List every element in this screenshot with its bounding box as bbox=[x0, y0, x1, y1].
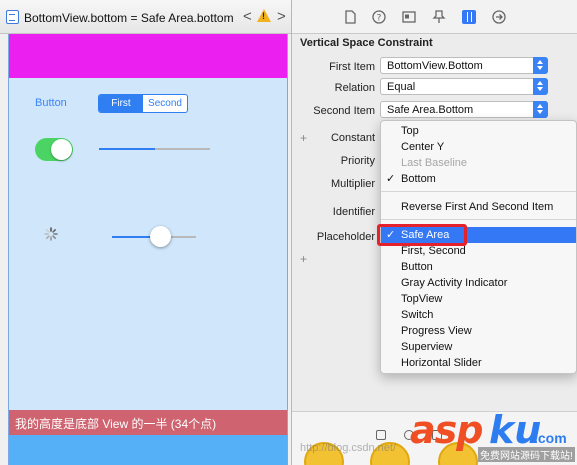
slider-thumb[interactable] bbox=[149, 226, 171, 247]
popup-arrows-icon bbox=[533, 57, 548, 74]
progress-fill bbox=[99, 148, 155, 150]
watermark-subtitle: 免费网站源码下载站! bbox=[478, 447, 575, 462]
menu-item-switch[interactable]: Switch bbox=[381, 307, 576, 323]
connections-inspector-icon[interactable] bbox=[492, 10, 506, 24]
menu-item-first-second[interactable]: First, Second bbox=[381, 243, 576, 259]
section-title: Vertical Space Constraint bbox=[300, 37, 433, 49]
activity-indicator-icon[interactable] bbox=[44, 227, 58, 241]
horizontal-slider[interactable] bbox=[112, 226, 196, 247]
menu-item-button[interactable]: Button bbox=[381, 259, 576, 275]
menu-item-center-y[interactable]: Center Y bbox=[381, 139, 576, 155]
relation-label: Relation bbox=[334, 82, 375, 94]
attributes-inspector-icon[interactable] bbox=[432, 10, 446, 24]
relation-value: Equal bbox=[387, 81, 416, 93]
popup-arrows-icon bbox=[533, 78, 548, 95]
second-item-label: Second Item bbox=[313, 105, 375, 117]
size-inspector: ? Vertical Space Constraint First Item B… bbox=[292, 0, 577, 465]
priority-label: Priority bbox=[340, 155, 375, 167]
constant-label: Constant bbox=[330, 132, 375, 144]
menu-item-bottom[interactable]: ✓ Bottom bbox=[381, 171, 576, 187]
watermark-logo-com: .com bbox=[534, 430, 567, 446]
bottom-view-label: 我的高度是底部 View 的一半 (34个点) bbox=[15, 417, 217, 431]
second-item-popup[interactable]: Safe Area.Bottom bbox=[380, 101, 548, 118]
switch-control[interactable] bbox=[35, 138, 73, 161]
menu-item-top[interactable]: Top bbox=[381, 123, 576, 139]
progress-view[interactable] bbox=[99, 148, 210, 150]
menu-item-gray-activity-indicator[interactable]: Gray Activity Indicator bbox=[381, 275, 576, 291]
menu-item-progress-view[interactable]: Progress View bbox=[381, 323, 576, 339]
file-template-library-icon[interactable] bbox=[376, 430, 386, 440]
menu-separator bbox=[381, 219, 576, 220]
canvas-pane: BottomView.bottom = Safe Area.bottom < !… bbox=[0, 0, 292, 465]
relation-popup[interactable]: Equal bbox=[380, 78, 548, 95]
safe-area-bottom-strip bbox=[9, 435, 287, 465]
menu-item-reverse[interactable]: Reverse First And Second Item bbox=[381, 199, 576, 215]
segmented-control[interactable]: First Second bbox=[98, 94, 188, 113]
svg-text:?: ? bbox=[377, 14, 382, 24]
first-item-label: First Item bbox=[329, 61, 375, 73]
bottom-view[interactable]: 我的高度是底部 View 的一半 (34个点) bbox=[9, 410, 287, 435]
menu-item-topview[interactable]: TopView bbox=[381, 291, 576, 307]
jump-bar: BottomView.bottom = Safe Area.bottom < !… bbox=[0, 0, 291, 34]
menu-item-safe-area[interactable]: ✓ Safe Area bbox=[377, 224, 576, 246]
size-inspector-icon[interactable] bbox=[462, 10, 476, 24]
watermark-url: http://blog.csdn.net/ bbox=[300, 442, 397, 454]
device-canvas[interactable]: Button First Second 我的高度是底部 View 的一半 (34… bbox=[8, 34, 288, 465]
jump-bar-title[interactable]: BottomView.bottom = Safe Area.bottom bbox=[24, 11, 234, 25]
menu-separator bbox=[381, 191, 576, 192]
menu-item-superview[interactable]: Superview bbox=[381, 339, 576, 355]
back-arrow-icon[interactable]: < bbox=[243, 8, 252, 25]
switch-knob bbox=[51, 139, 72, 160]
first-item-value: BottomView.Bottom bbox=[387, 60, 483, 72]
quick-help-icon[interactable]: ? bbox=[372, 10, 386, 24]
multiplier-label: Multiplier bbox=[330, 178, 375, 190]
button-control[interactable]: Button bbox=[35, 97, 67, 109]
inspector-toolbar: ? bbox=[292, 0, 577, 34]
identifier-label: Identifier bbox=[332, 206, 375, 218]
identity-inspector-icon[interactable] bbox=[402, 10, 416, 24]
segment-second[interactable]: Second bbox=[143, 95, 187, 112]
watermark-logo-asp: asp bbox=[410, 408, 483, 452]
segment-first[interactable]: First bbox=[99, 95, 143, 112]
checkmark-icon: ✓ bbox=[386, 173, 396, 185]
second-item-menu: Top Center Y Last Baseline ✓ Bottom Rever… bbox=[377, 120, 577, 374]
popup-arrows-icon bbox=[533, 101, 548, 118]
file-inspector-icon[interactable] bbox=[343, 10, 357, 24]
forward-arrow-icon[interactable]: > bbox=[277, 8, 286, 25]
top-view[interactable] bbox=[9, 34, 287, 78]
menu-item-horizontal-slider[interactable]: Horizontal Slider bbox=[381, 355, 576, 371]
second-item-value: Safe Area.Bottom bbox=[387, 104, 474, 116]
installed-variation-plus-icon[interactable]: + bbox=[300, 252, 307, 266]
storyboard-document-icon bbox=[6, 10, 19, 24]
menu-item-last-baseline: Last Baseline bbox=[401, 157, 468, 169]
placeholder-label: Placeholder bbox=[316, 231, 375, 243]
warning-icon[interactable]: ! bbox=[257, 9, 271, 22]
first-item-popup[interactable]: BottomView.Bottom bbox=[380, 57, 548, 74]
